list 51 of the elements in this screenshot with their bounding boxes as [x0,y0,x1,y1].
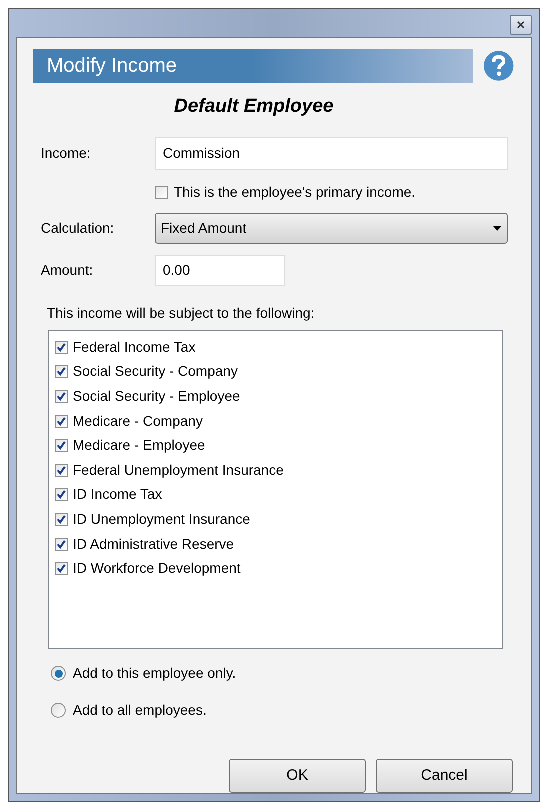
checkbox[interactable] [55,439,68,452]
checkmark-icon [57,441,66,450]
checkbox[interactable] [55,562,68,576]
checkbox[interactable] [55,538,68,551]
checkbox[interactable] [55,340,68,354]
income-field[interactable]: Commission [155,137,508,170]
dialog-button[interactable]: Cancel [376,759,513,793]
checkmark-icon [57,514,66,524]
checkbox[interactable] [55,390,68,403]
tax-label: Federal Unemployment Insurance [73,460,284,480]
scope-label: Add to all employees. [73,701,207,720]
checkmark-icon [57,367,66,376]
tax-label: Federal Income Tax [73,338,196,357]
checkmark-icon [57,466,66,475]
checkbox[interactable] [55,464,68,477]
checkbox[interactable] [55,488,68,502]
employee-name: Default Employee [174,94,334,118]
tax-label: Social Security - Employee [73,386,240,406]
checkmark-icon [57,540,66,549]
close-icon [517,21,525,29]
calculation-label: Calculation: [41,219,116,238]
primary-income-label: This is the employee's primary income. [174,183,416,202]
amount-label: Amount: [41,261,94,280]
amount-field[interactable]: 0.00 [155,255,285,286]
tax-label: Medicare - Company [73,412,203,431]
checkmark-icon [57,490,66,500]
income-label: Income: [41,144,92,163]
checkbox[interactable] [55,512,68,526]
checkmark-icon [57,342,66,352]
checkmark-icon [57,564,66,574]
tax-label: ID Workforce Development [73,559,241,578]
radio-button[interactable] [51,666,66,681]
dialog-title: Modify Income [47,54,178,78]
checkbox[interactable] [55,414,68,428]
checkmark-icon [57,416,66,426]
tax-label: ID Administrative Reserve [73,534,234,554]
dialog-button[interactable]: OK [229,759,366,793]
scope-label: Add to this employee only. [73,664,236,683]
tax-label: ID Income Tax [73,485,162,504]
caret-icon [493,226,502,231]
tax-label: Medicare - Employee [73,436,206,456]
checkmark-icon [57,392,66,401]
close-button[interactable] [510,15,532,35]
checkbox[interactable] [55,365,68,378]
subject-label: This income will be subject to the following: [47,304,316,323]
help-icon[interactable] [483,50,515,82]
radio-button[interactable] [51,703,66,718]
tax-label: Social Security - Company [73,362,238,382]
tax-label: ID Unemployment Insurance [73,510,250,529]
checkbox[interactable] [155,186,168,199]
calculation-dropdown[interactable]: Fixed Amount [155,213,508,244]
